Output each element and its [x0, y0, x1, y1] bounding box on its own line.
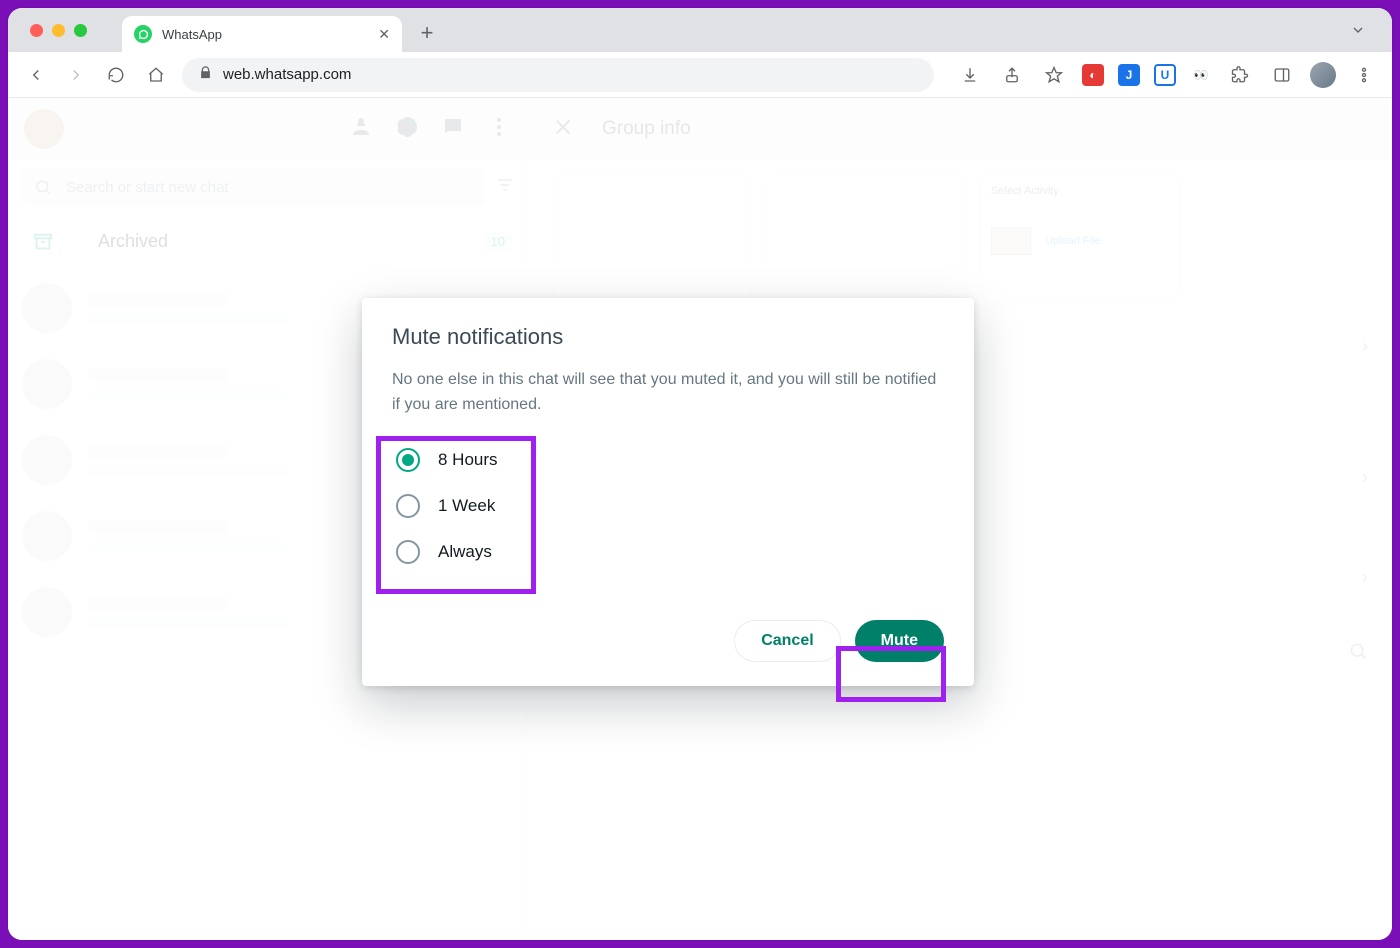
site-lock-icon — [198, 65, 213, 84]
browser-tab[interactable]: WhatsApp ✕ — [122, 16, 402, 52]
nav-reload-button[interactable] — [102, 61, 130, 89]
extension-icon[interactable]: J — [1118, 64, 1140, 86]
profile-avatar[interactable] — [1310, 62, 1336, 88]
address-bar[interactable]: web.whatsapp.com — [182, 58, 934, 92]
window-close-button[interactable] — [30, 24, 43, 37]
radio-option-1-week[interactable]: 1 Week — [396, 494, 944, 518]
window-controls — [30, 24, 87, 37]
tab-overflow-button[interactable] — [1350, 22, 1366, 43]
nav-home-button[interactable] — [142, 61, 170, 89]
mute-notifications-modal: Mute notifications No one else in this c… — [362, 298, 974, 686]
tab-title: WhatsApp — [162, 27, 222, 42]
radio-icon — [396, 540, 420, 564]
radio-label: 8 Hours — [438, 450, 498, 470]
modal-description: No one else in this chat will see that y… — [392, 368, 944, 418]
mute-duration-radio-group: 8 Hours 1 Week Always — [392, 444, 944, 574]
address-bar-url: web.whatsapp.com — [223, 66, 351, 83]
bookmark-star-icon[interactable] — [1040, 61, 1068, 89]
mute-button[interactable]: Mute — [855, 620, 944, 662]
extension-icon[interactable]: ◐ — [1082, 64, 1104, 86]
share-icon[interactable] — [998, 61, 1026, 89]
extension-icon[interactable]: U — [1154, 64, 1176, 86]
extensions-puzzle-icon[interactable] — [1226, 61, 1254, 89]
side-panel-icon[interactable] — [1268, 61, 1296, 89]
browser-menu-icon[interactable] — [1350, 61, 1378, 89]
modal-title: Mute notifications — [392, 324, 944, 350]
browser-toolbar: web.whatsapp.com ◐ J U 👀 — [8, 52, 1392, 98]
nav-forward-button[interactable] — [62, 61, 90, 89]
browser-tab-strip: WhatsApp ✕ + — [8, 8, 1392, 52]
radio-label: 1 Week — [438, 496, 495, 516]
window-minimize-button[interactable] — [52, 24, 65, 37]
window-zoom-button[interactable] — [74, 24, 87, 37]
cancel-button[interactable]: Cancel — [734, 620, 840, 662]
radio-icon — [396, 494, 420, 518]
radio-icon — [396, 448, 420, 472]
radio-label: Always — [438, 542, 492, 562]
radio-option-always[interactable]: Always — [396, 540, 944, 564]
radio-option-8-hours[interactable]: 8 Hours — [396, 448, 944, 472]
nav-back-button[interactable] — [22, 61, 50, 89]
new-tab-button[interactable]: + — [412, 18, 442, 48]
whatsapp-favicon — [134, 25, 152, 43]
tab-close-icon[interactable]: ✕ — [378, 26, 390, 43]
extension-icon[interactable]: 👀 — [1190, 64, 1212, 86]
downloads-icon[interactable] — [956, 61, 984, 89]
